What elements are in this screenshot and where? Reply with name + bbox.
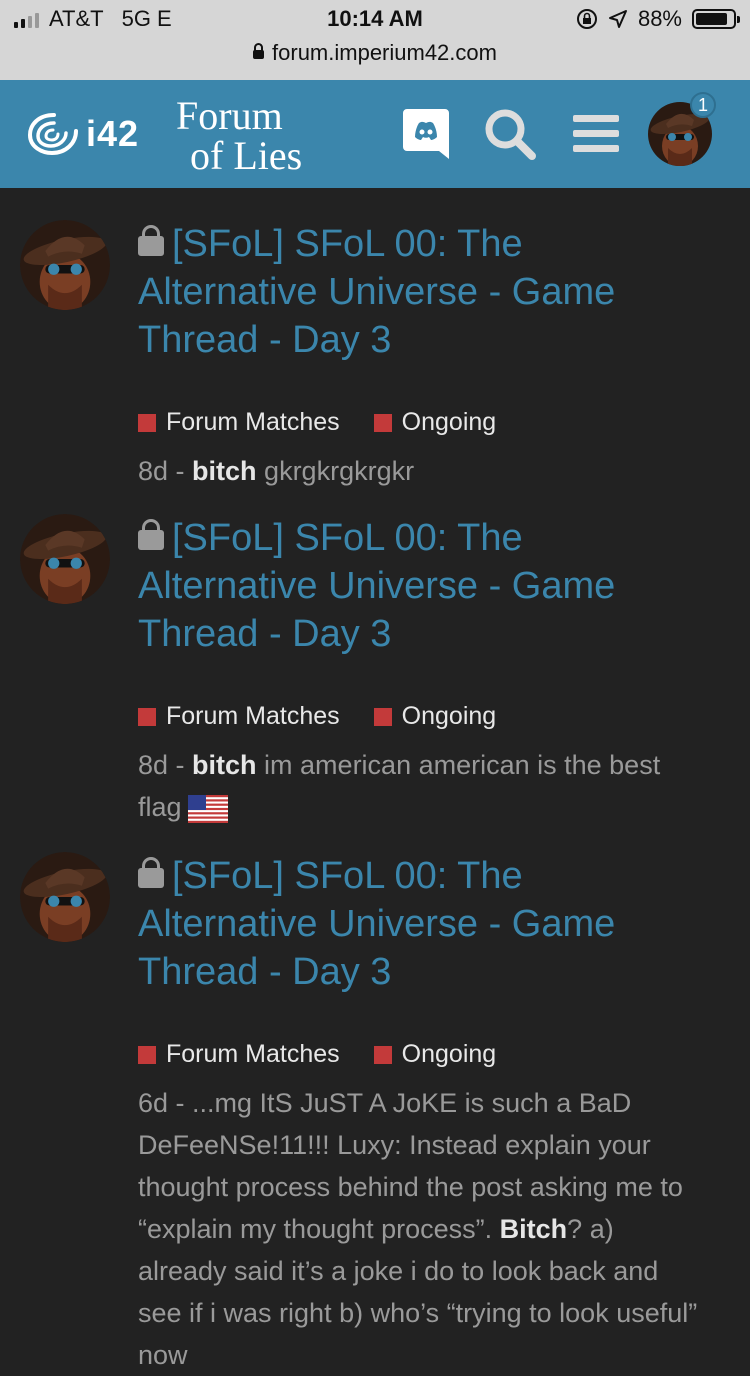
hamburger-icon (573, 115, 619, 152)
discord-icon (403, 109, 449, 159)
category-label: Forum Matches (166, 1040, 340, 1068)
topic-title[interactable]: [SFoL] SFoL 00: The Alternative Universe… (138, 514, 698, 658)
status-tag[interactable]: Ongoing (373, 1040, 497, 1069)
category-tag[interactable]: Forum Matches (138, 408, 340, 437)
topic-excerpt[interactable]: 8d - bitch im american american is the b… (138, 744, 698, 828)
swirl-logo-icon (27, 113, 78, 156)
separator: - (168, 456, 193, 486)
topic-tags: Forum Matches Ongoing (138, 408, 496, 437)
brand-line-1: Forum (176, 93, 283, 138)
site-header: i42 Forum of Lies 1 (0, 80, 750, 188)
status-color-square (373, 707, 392, 726)
topic-title-text: [SFoL] SFoL 00: The Alternative Universe… (138, 223, 616, 361)
status-label: Ongoing (401, 1040, 497, 1068)
post-age: 8d (138, 750, 169, 780)
post-age: 6d (138, 1088, 169, 1118)
orientation-lock-icon (576, 9, 597, 29)
excerpt-text: gkrgkrgkrgkr (256, 456, 415, 486)
topic-tags: Forum Matches Ongoing (138, 1040, 496, 1069)
category-label: Forum Matches (166, 408, 340, 436)
brand-line-2: of Lies (190, 133, 303, 178)
topic-excerpt[interactable]: 8d - bitch gkrgkrgkrgkr (138, 450, 698, 492)
separator: - (168, 750, 193, 780)
url-text: forum.imperium42.com (272, 40, 497, 65)
location-icon (608, 10, 627, 28)
address-bar[interactable]: forum.imperium42.com (0, 40, 750, 66)
topic-title[interactable]: [SFoL] SFoL 00: The Alternative Universe… (138, 220, 698, 364)
category-tag[interactable]: Forum Matches (138, 1040, 340, 1069)
category-color-square (138, 1045, 156, 1064)
separator: - (168, 1088, 193, 1118)
topic-title-text: [SFoL] SFoL 00: The Alternative Universe… (138, 517, 616, 655)
search-button[interactable] (480, 104, 540, 164)
battery-percent: 88% (637, 6, 682, 31)
topic-title-text: [SFoL] SFoL 00: The Alternative Universe… (138, 855, 616, 993)
lock-icon (138, 857, 164, 888)
excerpt-bold: Bitch (499, 1214, 568, 1244)
secure-lock-icon (253, 43, 265, 59)
forum-of-lies-logo[interactable]: Forum of Lies (176, 96, 302, 176)
status-color-square (373, 413, 392, 432)
category-color-square (138, 707, 156, 726)
topic-title[interactable]: [SFoL] SFoL 00: The Alternative Universe… (138, 852, 698, 996)
avatar-image (20, 852, 110, 942)
category-color-square (138, 413, 156, 432)
lock-icon (138, 519, 164, 550)
status-tag[interactable]: Ongoing (373, 408, 497, 437)
avatar[interactable] (20, 220, 110, 310)
author-name: bitch (192, 456, 257, 486)
avatar[interactable] (20, 852, 110, 942)
topic-tags: Forum Matches Ongoing (138, 702, 496, 731)
status-bar: AT&T 5G E 10:14 AM 88% forum.imperium42.… (0, 0, 750, 80)
author-name: bitch (192, 750, 257, 780)
post-age: 8d (138, 456, 169, 486)
logo-text: i42 (86, 113, 140, 154)
status-label: Ongoing (401, 408, 497, 436)
category-label: Forum Matches (166, 702, 340, 730)
status-right: 88% (576, 6, 740, 32)
i42-logo[interactable]: i42 (26, 104, 139, 164)
status-tag[interactable]: Ongoing (373, 702, 497, 731)
lock-icon (138, 225, 164, 256)
search-icon (485, 109, 536, 160)
status-label: Ongoing (401, 702, 497, 730)
discord-button[interactable] (396, 104, 456, 164)
status-color-square (373, 1045, 392, 1064)
notification-badge[interactable]: 1 (690, 92, 716, 118)
topic-excerpt[interactable]: 6d - ...mg ItS JuST A JoKE is such a BaD… (138, 1082, 698, 1376)
avatar-image (20, 514, 110, 604)
hamburger-menu-button[interactable] (566, 104, 626, 164)
avatar-image (20, 220, 110, 310)
battery-icon (692, 9, 740, 29)
category-tag[interactable]: Forum Matches (138, 702, 340, 731)
user-avatar-button[interactable]: 1 (648, 92, 716, 166)
us-flag-icon (187, 794, 228, 823)
avatar[interactable] (20, 514, 110, 604)
